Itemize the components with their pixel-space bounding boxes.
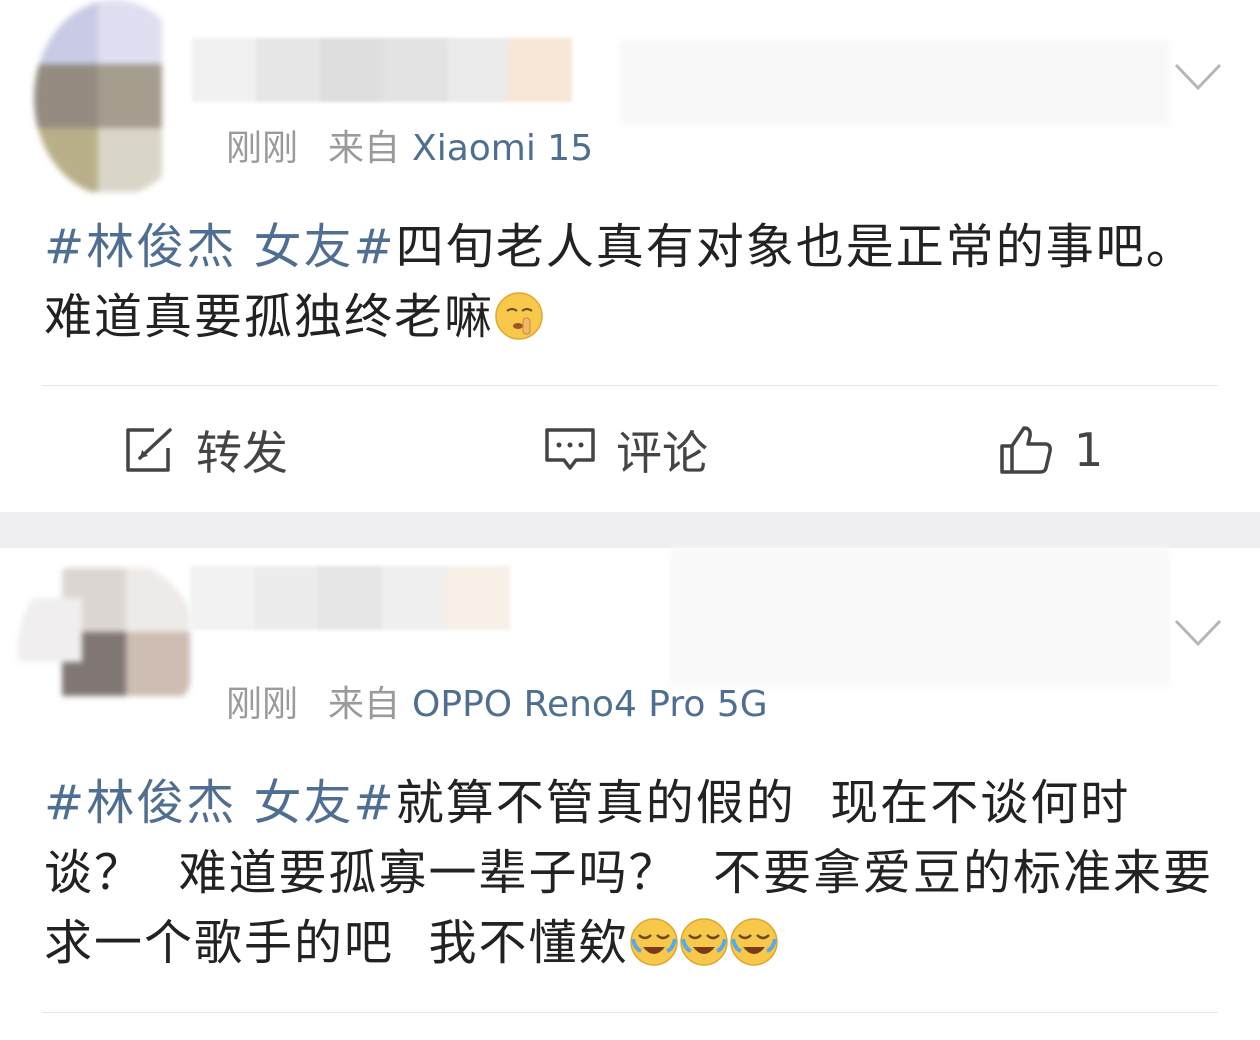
post-text: #林俊杰 女友#就算不管真的假的 现在不谈何时谈？ 难道要孤寡一辈子吗？ 不要拿…	[44, 768, 1224, 986]
post-separator	[0, 512, 1260, 548]
divider	[42, 385, 1218, 386]
weibo-post-1: 刚刚 来自 Xiaomi 15 #林俊杰 女友#四旬老人真有对象也是正常的事吧。难道…	[0, 0, 1260, 512]
repost-button[interactable]: 转发	[124, 420, 288, 480]
weibo-post-2: 刚刚 来自 OPPO Reno4 Pro 5G #林俊杰 女友#就算不管真的假的 现…	[0, 548, 1260, 1040]
repost-label: 转发	[196, 426, 288, 480]
laugh-cry-emoji-icon	[629, 916, 679, 986]
source-label: 来自	[328, 684, 401, 725]
blurred-region	[620, 40, 1170, 126]
post-meta: 刚刚 来自 OPPO Reno4 Pro 5G	[226, 683, 768, 727]
comment-button[interactable]: 评论	[544, 420, 708, 480]
source-label: 来自	[328, 128, 401, 169]
laugh-cry-emoji-icon	[729, 916, 779, 986]
username-blurred[interactable]	[192, 38, 572, 102]
post-meta: 刚刚 来自 Xiaomi 15	[226, 127, 593, 171]
blurred-region	[670, 548, 1170, 688]
post-time: 刚刚	[226, 128, 299, 169]
comment-icon	[545, 428, 595, 470]
avatar[interactable]	[18, 558, 198, 738]
topic-link[interactable]: #林俊杰 女友#	[44, 219, 396, 275]
repost-icon	[126, 428, 172, 472]
divider	[42, 1012, 1218, 1013]
thumbs-up-icon	[1000, 426, 1052, 474]
source-device[interactable]: Xiaomi 15	[412, 128, 593, 169]
post-time: 刚刚	[226, 684, 299, 725]
topic-link[interactable]: #林俊杰 女友#	[44, 775, 396, 831]
source-device[interactable]: OPPO Reno4 Pro 5G	[412, 684, 768, 725]
laugh-cry-emoji-icon	[679, 916, 729, 986]
avatar[interactable]	[34, 0, 194, 196]
chevron-down-icon[interactable]	[1174, 62, 1222, 92]
username-blurred[interactable]	[190, 566, 530, 630]
chevron-down-icon[interactable]	[1174, 618, 1222, 648]
action-bar: 转发 评论 1	[0, 400, 1260, 500]
post-text: #林俊杰 女友#四旬老人真有对象也是正常的事吧。难道真要孤独终老嘛	[44, 212, 1224, 360]
like-count: 1	[1074, 423, 1104, 477]
shush-face-emoji-icon	[494, 290, 544, 360]
comment-label: 评论	[616, 426, 708, 480]
like-button[interactable]: 1	[998, 420, 1103, 480]
